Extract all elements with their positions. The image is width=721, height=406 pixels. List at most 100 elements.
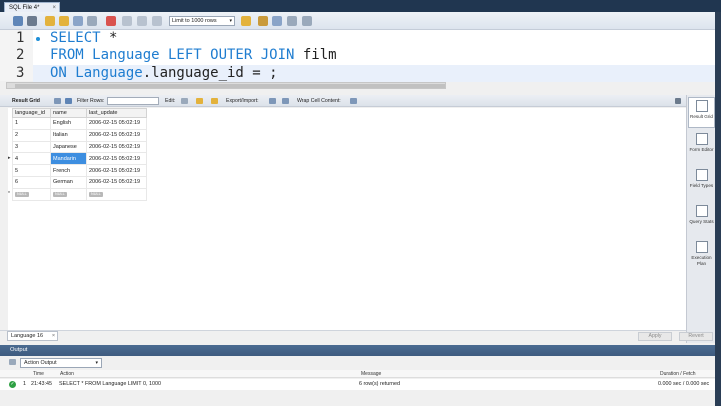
- open-file-icon[interactable]: [13, 16, 23, 26]
- edit-label: Edit:: [165, 98, 176, 104]
- line-number: 2: [16, 47, 25, 63]
- filter-rows-input[interactable]: [107, 97, 159, 105]
- code-line-3: ON Language.language_id = ;: [50, 65, 690, 82]
- search-icon[interactable]: [272, 16, 282, 26]
- revert-button[interactable]: Revert: [679, 332, 713, 341]
- table-row[interactable]: 5 French 2006-02-15 05:02:19: [12, 164, 147, 177]
- table-cell[interactable]: 5: [12, 164, 51, 177]
- field-types-button[interactable]: Field Types: [688, 169, 715, 199]
- rollback-icon[interactable]: [137, 16, 147, 26]
- scrollbar-thumb[interactable]: [15, 84, 445, 88]
- null-badge: NULL: [53, 192, 67, 198]
- import-icon[interactable]: [282, 98, 289, 104]
- keyword: SELECT: [50, 30, 101, 46]
- autocommit-icon[interactable]: [152, 16, 162, 26]
- output-col-message: Message: [361, 371, 382, 377]
- sql-editor[interactable]: 1 2 3 SELECT * FROM Language LEFT OUTER …: [0, 30, 715, 82]
- table-cell[interactable]: 2006-02-15 05:02:19: [86, 152, 147, 166]
- limit-rows-value: Limit to 1000 rows: [172, 18, 217, 24]
- table-cell[interactable]: 2006-02-15 05:02:19: [86, 175, 147, 189]
- table-row[interactable]: 1 English 2006-02-15 05:02:19: [12, 117, 147, 130]
- result-tab-language-16[interactable]: Language 16 ×: [7, 331, 59, 341]
- selected-cell[interactable]: Mandarin: [50, 152, 87, 166]
- column-header[interactable]: language_id: [12, 108, 51, 118]
- output-row[interactable]: ✓ 1 21:43:45 SELECT * FROM Language LIMI…: [0, 379, 715, 390]
- close-icon[interactable]: ×: [52, 332, 55, 341]
- table-cell[interactable]: Japanese: [50, 140, 87, 154]
- table-cell[interactable]: 2006-02-15 05:02:19: [86, 164, 147, 177]
- output-options-icon[interactable]: [9, 359, 16, 365]
- null-cell[interactable]: NULL: [50, 187, 87, 201]
- column-header[interactable]: name: [50, 108, 87, 118]
- code-text: .language_id = ;: [142, 65, 278, 81]
- output-row-action: SELECT * FROM Language LIMIT 0, 1000: [59, 381, 161, 387]
- add-row-icon[interactable]: [196, 98, 203, 104]
- table-cell[interactable]: 6: [12, 175, 51, 189]
- result-side-panel: Result Grid Form Editor Field Types Quer…: [686, 95, 715, 343]
- new-row[interactable]: NULL NULL NULL: [12, 187, 147, 201]
- execute-current-icon[interactable]: [59, 16, 69, 26]
- execution-plan-button[interactable]: Execution Plan: [688, 241, 715, 273]
- wrap-cell-icon[interactable]: [350, 98, 357, 104]
- table-cell[interactable]: 2: [12, 128, 51, 142]
- explain-icon[interactable]: [73, 16, 83, 26]
- stop-icon[interactable]: [87, 16, 97, 26]
- output-type-select[interactable]: Action Output ▾: [20, 358, 102, 368]
- success-check-icon: ✓: [9, 381, 16, 388]
- word-wrap-icon[interactable]: [302, 16, 312, 26]
- table-cell[interactable]: Italian: [50, 128, 87, 142]
- table-cell[interactable]: 2006-02-15 05:02:19: [86, 128, 147, 142]
- table-cell[interactable]: 4: [12, 152, 51, 166]
- chevron-down-icon: ▾: [95, 360, 98, 366]
- save-icon[interactable]: [27, 16, 37, 26]
- keyword: FROM Language LEFT OUTER JOIN: [50, 47, 295, 63]
- null-badge: NULL: [89, 192, 103, 198]
- line-number: 3: [16, 65, 25, 81]
- table-row[interactable]: 4 Mandarin 2006-02-15 05:02:19: [12, 152, 147, 166]
- result-toolbar: Result Grid Filter Rows: Edit: Export/Im…: [0, 95, 686, 107]
- beautify-icon[interactable]: [241, 16, 251, 26]
- table-cell[interactable]: 2006-02-15 05:02:19: [86, 117, 147, 130]
- grid-icon[interactable]: [54, 98, 61, 104]
- output-row-number: 1: [23, 381, 26, 387]
- invisible-chars-icon[interactable]: [287, 16, 297, 26]
- toggle-panel-icon[interactable]: [675, 98, 681, 104]
- vertical-scrollbar[interactable]: [715, 12, 721, 406]
- table-cell[interactable]: 1: [12, 117, 51, 130]
- editor-toolbar: [0, 12, 715, 30]
- find-replace-icon[interactable]: [258, 16, 268, 26]
- table-row[interactable]: 6 German 2006-02-15 05:02:19: [12, 175, 147, 189]
- commit-icon[interactable]: [122, 16, 132, 26]
- table-row[interactable]: 3 Japanese 2006-02-15 05:02:19: [12, 140, 147, 154]
- editor-horizontal-scrollbar[interactable]: [6, 82, 446, 89]
- stop-on-error-icon[interactable]: [106, 16, 116, 26]
- table-row[interactable]: 2 Italian 2006-02-15 05:02:19: [12, 128, 147, 142]
- current-row-arrow-icon: ▸: [8, 155, 11, 161]
- form-editor-button[interactable]: Form Editor: [688, 133, 715, 163]
- table-cell[interactable]: German: [50, 175, 87, 189]
- execute-icon[interactable]: [45, 16, 55, 26]
- null-cell[interactable]: NULL: [86, 187, 147, 201]
- table-cell[interactable]: 2006-02-15 05:02:19: [86, 140, 147, 154]
- code-line-2: FROM Language LEFT OUTER JOIN film: [50, 47, 690, 64]
- table-cell[interactable]: French: [50, 164, 87, 177]
- query-stats-button[interactable]: Query Stats: [688, 205, 715, 235]
- apply-button[interactable]: Apply: [638, 332, 672, 341]
- output-column-headers: Time Action Message Duration / Fetch: [0, 370, 715, 378]
- table-cell[interactable]: 3: [12, 140, 51, 154]
- new-row-marker-icon: *: [8, 191, 10, 197]
- export-icon[interactable]: [269, 98, 276, 104]
- null-cell[interactable]: NULL: [12, 187, 51, 201]
- table-cell[interactable]: English: [50, 117, 87, 130]
- limit-rows-select[interactable]: Limit to 1000 rows ▾: [169, 16, 235, 26]
- code-line-1: SELECT *: [50, 30, 690, 47]
- column-header[interactable]: last_update: [86, 108, 147, 118]
- code-text: film: [294, 47, 337, 63]
- edit-row-icon[interactable]: [181, 98, 188, 104]
- delete-row-icon[interactable]: [211, 98, 218, 104]
- result-grid-button[interactable]: Result Grid: [688, 97, 715, 128]
- refresh-icon[interactable]: [65, 98, 72, 104]
- form-editor-label: Form Editor: [689, 147, 714, 152]
- output-row-time: 21:43:45: [31, 381, 52, 387]
- result-status-bar: [0, 330, 686, 343]
